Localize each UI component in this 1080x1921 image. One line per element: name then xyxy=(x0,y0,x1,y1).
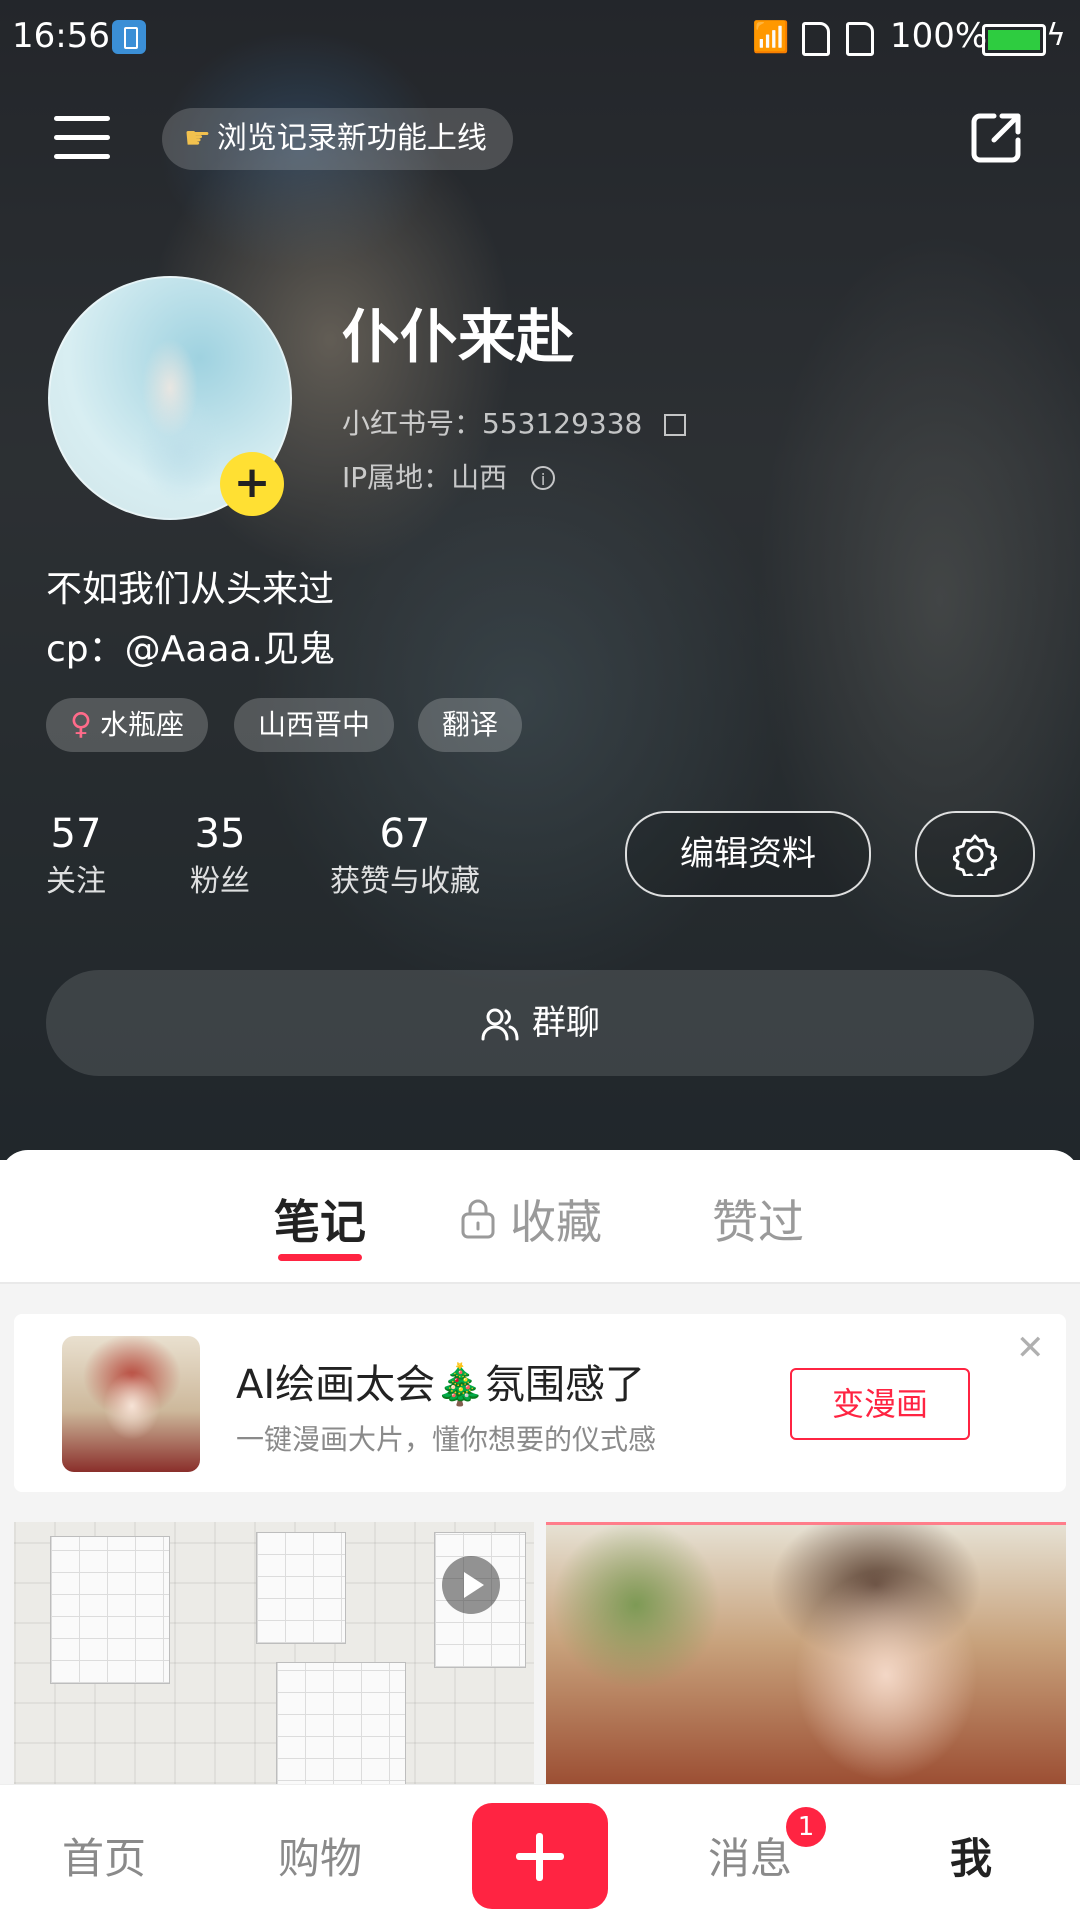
tag-occupation[interactable]: 翻译 xyxy=(418,698,523,752)
comic-page-image xyxy=(50,1536,170,1684)
note-card[interactable] xyxy=(14,1522,534,1784)
tab-collections[interactable]: 收藏 xyxy=(460,1186,602,1252)
tag-zodiac[interactable]: ♀ 水瓶座 xyxy=(46,698,208,752)
stat-likes-collects[interactable]: 67 获赞与收藏 xyxy=(330,808,480,904)
female-icon: ♀ xyxy=(70,707,92,742)
banner-text: 浏览记录新功能上线 xyxy=(216,121,487,156)
charging-icon: ϟ xyxy=(1046,18,1066,53)
menu-icon[interactable] xyxy=(54,116,110,160)
battery-percent: 100% xyxy=(890,16,988,56)
nav-shopping[interactable]: 购物 xyxy=(278,1825,362,1886)
convert-to-comic-button[interactable]: 变漫画 xyxy=(790,1368,970,1440)
sim-icon xyxy=(802,22,830,56)
info-icon[interactable]: i xyxy=(531,466,556,490)
tag-location[interactable]: 山西晋中 xyxy=(234,698,395,752)
tag-label: 水瓶座 xyxy=(99,708,184,741)
stat-followers[interactable]: 35 粉丝 xyxy=(190,808,250,904)
bio-line: 不如我们从头来过 xyxy=(46,569,335,610)
battery-saver-app-icon xyxy=(112,20,146,54)
stat-label: 粉丝 xyxy=(190,864,250,899)
ad-title: AI绘画太会🎄氛围感了 xyxy=(236,1362,645,1408)
stat-following[interactable]: 57 关注 xyxy=(46,808,106,904)
profile-id-text: 小红书号：553129338 xyxy=(342,407,643,440)
tag-label: 翻译 xyxy=(442,708,499,741)
tag-label: 山西晋中 xyxy=(258,708,371,741)
message-badge: 1 xyxy=(786,1807,826,1847)
status-time: 16:56 xyxy=(12,16,110,56)
bio-line[interactable]: cp：@Aaaa.见鬼 xyxy=(46,620,335,672)
nav-me[interactable]: 我 xyxy=(950,1825,992,1886)
nav-home[interactable]: 首页 xyxy=(62,1825,146,1886)
note-card[interactable] xyxy=(546,1522,1066,1787)
ad-thumbnail[interactable] xyxy=(62,1336,200,1472)
avatar-add-icon[interactable]: + xyxy=(220,452,284,516)
stat-number: 67 xyxy=(379,811,431,857)
edit-profile-button[interactable]: 编辑资料 xyxy=(625,811,871,897)
stat-number: 35 xyxy=(194,811,246,857)
tab-label: 收藏 xyxy=(510,1195,602,1249)
profile-name: 仆仆来赴 xyxy=(342,303,575,371)
ad-subtitle: 一键漫画大片，懂你想要的仪式感 xyxy=(236,1423,657,1456)
qr-code-icon[interactable] xyxy=(664,414,687,436)
pointing-hand-icon: ☛ xyxy=(184,121,211,156)
stat-label: 关注 xyxy=(46,864,106,899)
stat-label: 获赞与收藏 xyxy=(330,864,480,899)
share-icon[interactable] xyxy=(970,110,1024,164)
profile-tabs: 笔记 收藏 赞过 xyxy=(0,1150,1080,1280)
lock-icon xyxy=(461,1199,495,1239)
create-post-button[interactable] xyxy=(472,1803,608,1909)
active-tab-indicator xyxy=(278,1254,362,1261)
tab-liked[interactable]: 赞过 xyxy=(712,1186,804,1252)
history-feature-banner[interactable]: ☛ 浏览记录新功能上线 xyxy=(162,108,513,170)
gear-icon xyxy=(953,834,997,876)
tab-notes[interactable]: 笔记 xyxy=(274,1186,366,1252)
profile-id[interactable]: 小红书号：553129338 xyxy=(342,402,687,442)
play-icon xyxy=(442,1556,500,1614)
bottom-navigation: 首页 购物 消息 1 我 xyxy=(0,1784,1080,1921)
group-icon xyxy=(481,1008,519,1041)
ip-text: IP属地：山西 xyxy=(342,461,508,494)
settings-button[interactable] xyxy=(915,811,1035,897)
stat-number: 57 xyxy=(50,811,102,857)
battery-icon xyxy=(982,24,1046,56)
comic-page-image xyxy=(276,1662,406,1784)
sim-icon xyxy=(846,22,874,56)
close-icon[interactable]: ✕ xyxy=(1016,1328,1045,1368)
group-chat-label: 群聊 xyxy=(532,1003,600,1043)
wifi-icon: 📶 xyxy=(752,20,790,55)
nav-messages[interactable]: 消息 xyxy=(708,1825,792,1886)
profile-ip-location: IP属地：山西 i xyxy=(342,456,556,496)
status-bar: 16:56 📶 100% ϟ xyxy=(0,0,1080,78)
group-chat-button[interactable]: 群聊 xyxy=(46,970,1034,1076)
comic-page-image xyxy=(256,1532,346,1644)
